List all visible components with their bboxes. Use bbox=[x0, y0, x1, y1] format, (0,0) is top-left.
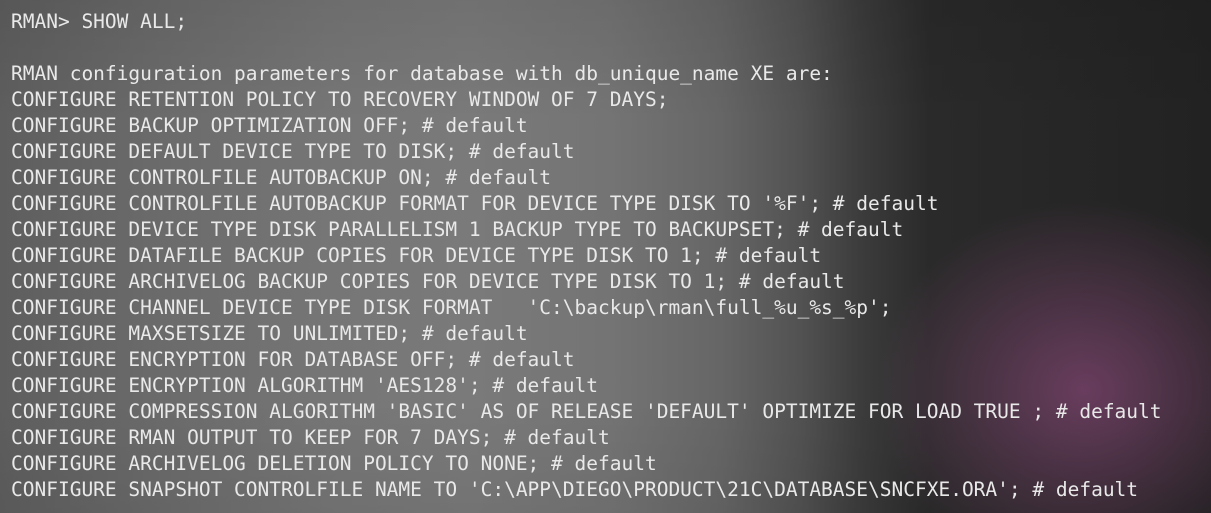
config-line-archivelog-deletion-policy: CONFIGURE ARCHIVELOG DELETION POLICY TO … bbox=[11, 452, 657, 475]
config-line-channel-format: CONFIGURE CHANNEL DEVICE TYPE DISK FORMA… bbox=[11, 296, 892, 319]
config-line-controlfile-autobackup-format: CONFIGURE CONTROLFILE AUTOBACKUP FORMAT … bbox=[11, 192, 939, 215]
config-line-encryption-database: CONFIGURE ENCRYPTION FOR DATABASE OFF; #… bbox=[11, 348, 575, 371]
config-line-retention-policy: CONFIGURE RETENTION POLICY TO RECOVERY W… bbox=[11, 88, 669, 111]
config-line-compression-algorithm: CONFIGURE COMPRESSION ALGORITHM 'BASIC' … bbox=[11, 400, 1162, 423]
terminal-output: RMAN> SHOW ALL; RMAN configuration parame… bbox=[11, 9, 1162, 503]
config-line-backup-optimization: CONFIGURE BACKUP OPTIMIZATION OFF; # def… bbox=[11, 114, 528, 137]
config-line-datafile-backup-copies: CONFIGURE DATAFILE BACKUP COPIES FOR DEV… bbox=[11, 244, 822, 267]
config-line-snapshot-controlfile: CONFIGURE SNAPSHOT CONTROLFILE NAME TO '… bbox=[11, 478, 1139, 501]
config-line-controlfile-autobackup: CONFIGURE CONTROLFILE AUTOBACKUP ON; # d… bbox=[11, 166, 552, 189]
config-line-maxsetsize: CONFIGURE MAXSETSIZE TO UNLIMITED; # def… bbox=[11, 322, 528, 345]
config-line-encryption-algorithm: CONFIGURE ENCRYPTION ALGORITHM 'AES128';… bbox=[11, 374, 598, 397]
config-line-rman-output: CONFIGURE RMAN OUTPUT TO KEEP FOR 7 DAYS… bbox=[11, 426, 610, 449]
config-line-archivelog-backup-copies: CONFIGURE ARCHIVELOG BACKUP COPIES FOR D… bbox=[11, 270, 845, 293]
config-line-device-type-parallelism: CONFIGURE DEVICE TYPE DISK PARALLELISM 1… bbox=[11, 218, 904, 241]
terminal-prompt-line: RMAN> SHOW ALL; bbox=[11, 10, 188, 33]
terminal-window[interactable]: RMAN> SHOW ALL; RMAN configuration parame… bbox=[0, 0, 1211, 513]
config-line-default-device-type: CONFIGURE DEFAULT DEVICE TYPE TO DISK; #… bbox=[11, 140, 575, 163]
terminal-header-line: RMAN configuration parameters for databa… bbox=[11, 62, 833, 85]
